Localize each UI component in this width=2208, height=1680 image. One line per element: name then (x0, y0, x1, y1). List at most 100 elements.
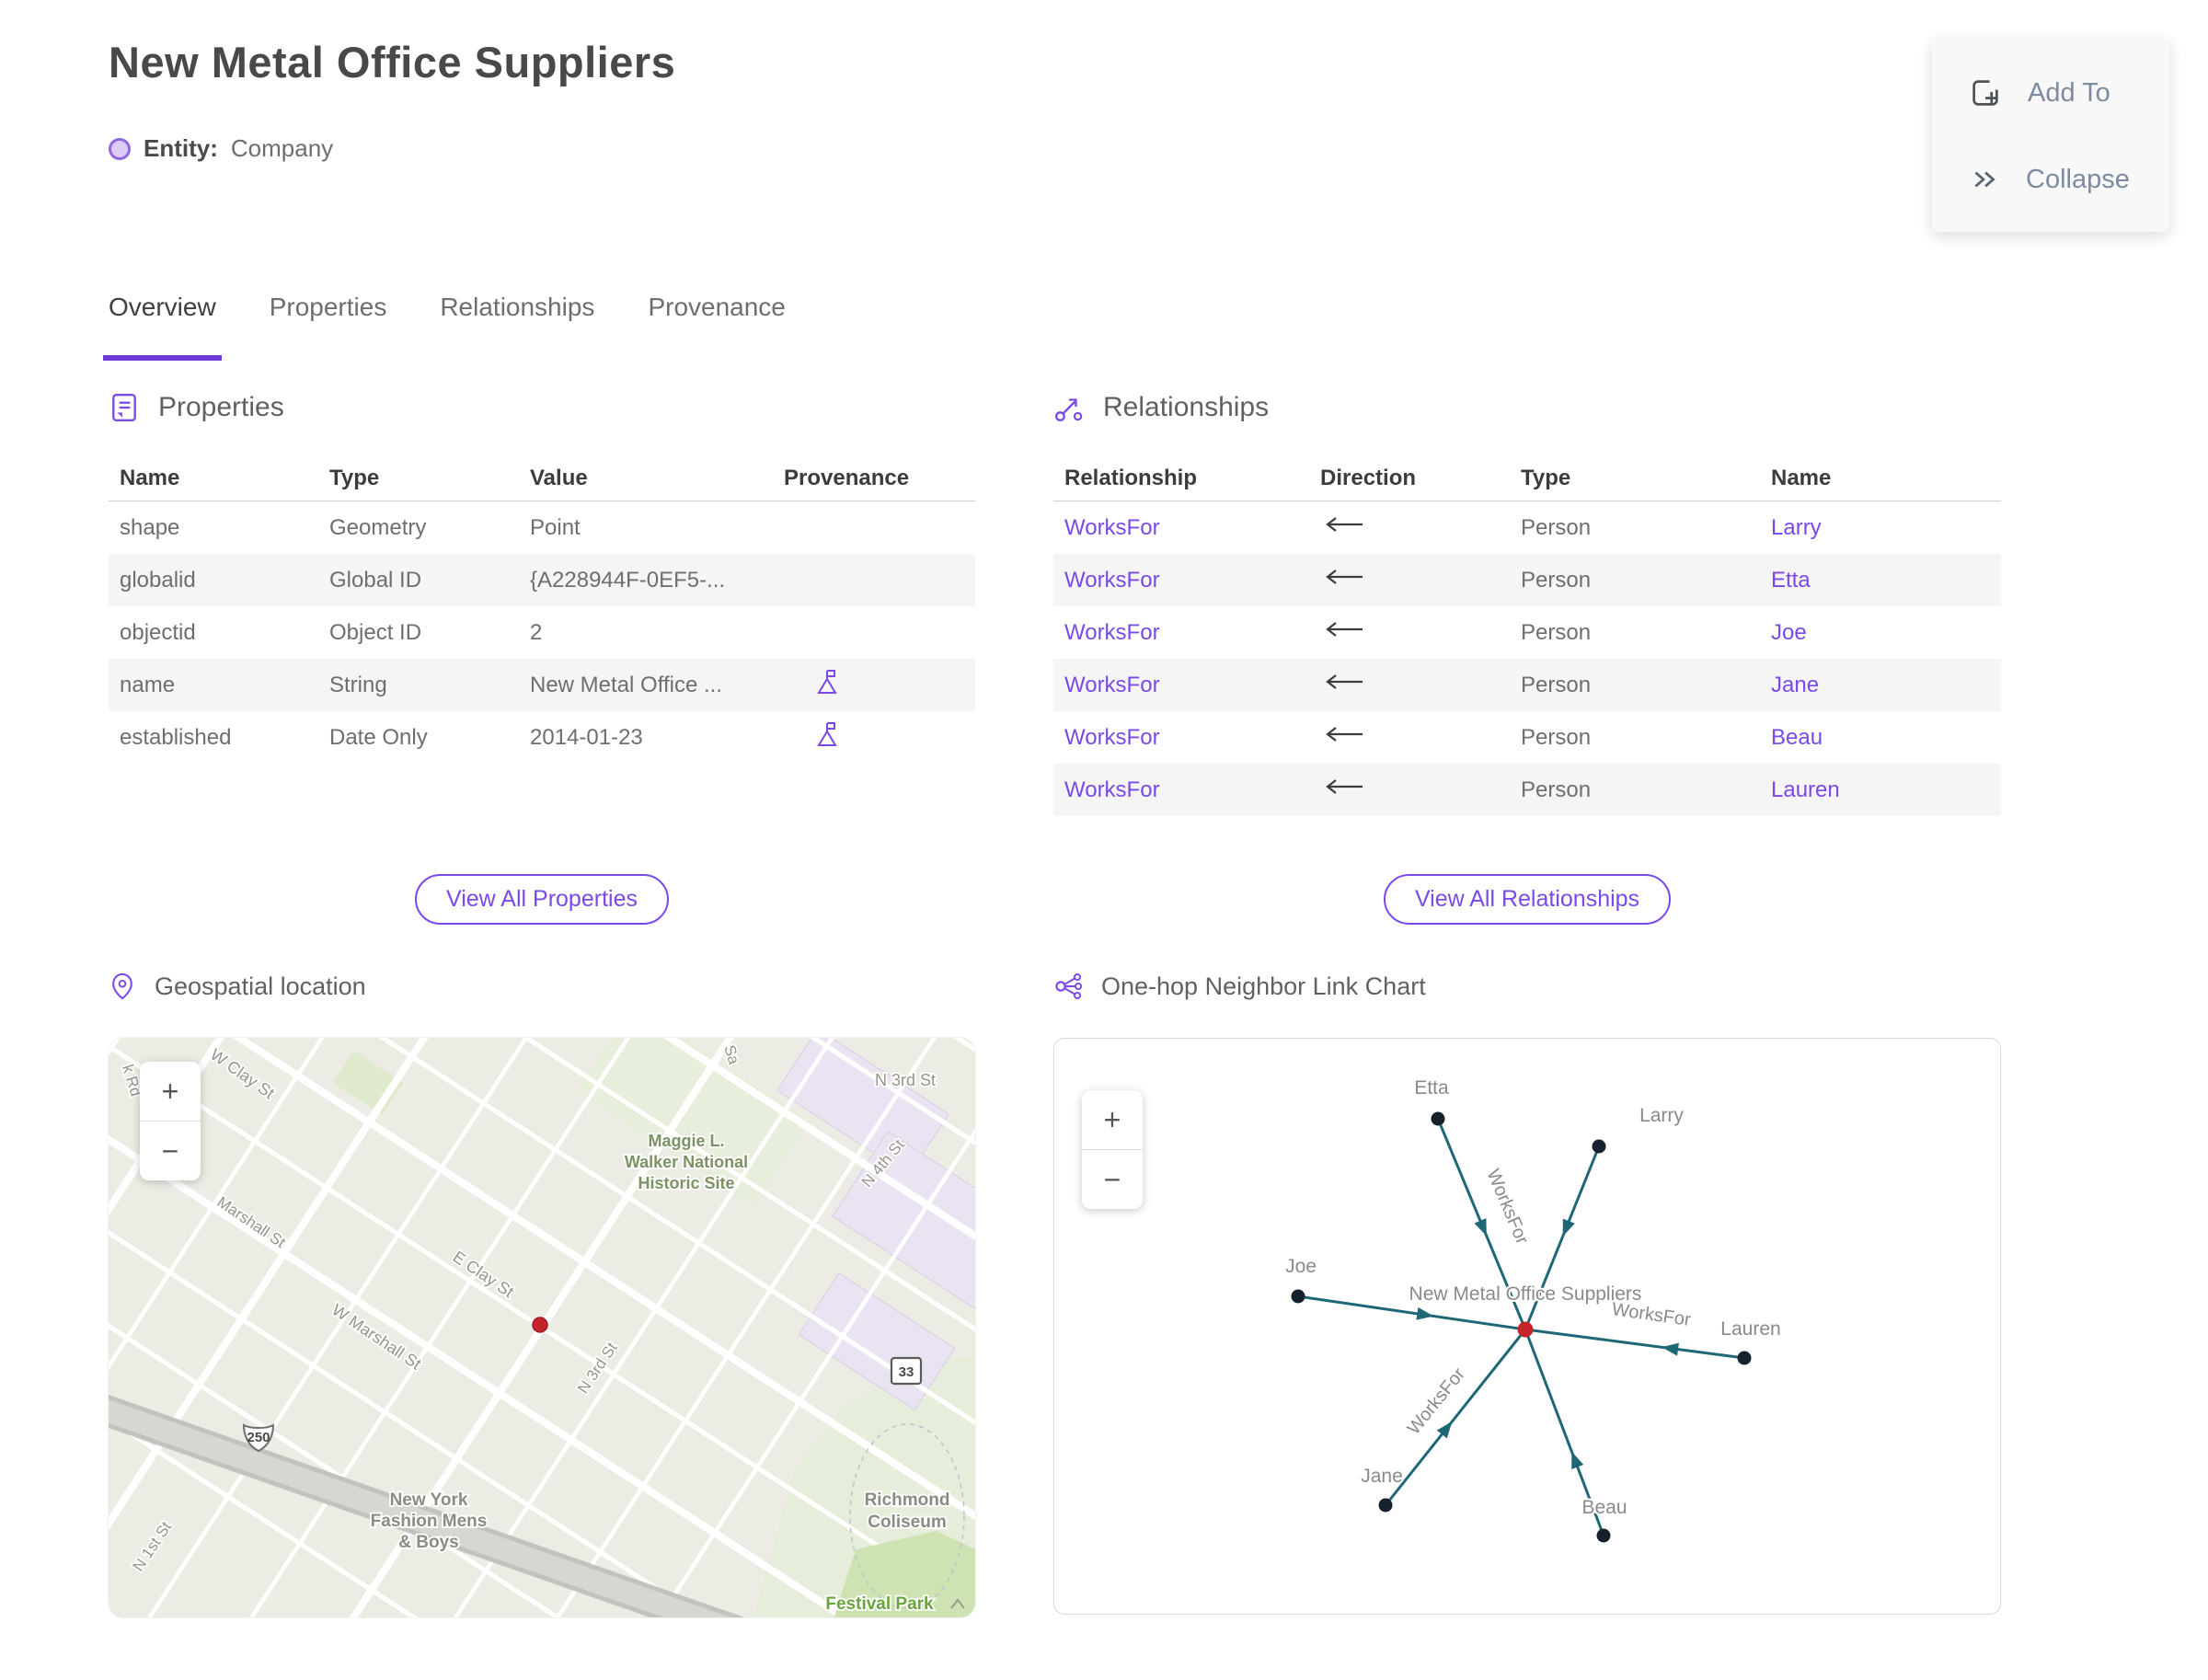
related-entity-type: Person (1521, 514, 1592, 540)
col-name: Name (120, 466, 180, 490)
page-title: New Metal Office Suppliers (109, 38, 676, 86)
collapse-button[interactable]: Collapse (1932, 138, 2169, 221)
related-entity-link[interactable]: Joe (1771, 620, 2001, 646)
property-row[interactable]: globalid Global ID {A228944F-0EF5-... (109, 554, 975, 606)
related-entity-link[interactable]: Etta (1771, 568, 2001, 593)
map-label: New York (390, 1490, 468, 1510)
person-node[interactable] (1378, 1498, 1393, 1513)
entity-detail-page: New Metal Office Suppliers Entity: Compa… (0, 0, 2208, 1680)
person-node[interactable] (1596, 1528, 1611, 1543)
center-entity-node[interactable] (1517, 1321, 1534, 1338)
relationships-section-title: Relationships (1103, 392, 1270, 422)
relationship-type-link[interactable]: WorksFor (1064, 620, 1320, 646)
property-type: Object ID (329, 619, 422, 645)
person-node[interactable] (1431, 1111, 1445, 1126)
property-name: established (120, 724, 232, 750)
actions-panel: Add To Collapse (1932, 37, 2169, 232)
node-label: Larry (1639, 1105, 1684, 1126)
edge-arrowhead (1571, 1451, 1584, 1470)
svg-text:33: 33 (899, 1364, 914, 1380)
add-to-label: Add To (2028, 77, 2110, 108)
map-label: Fashion Mens (371, 1512, 488, 1531)
relationship-direction (1320, 514, 1521, 541)
relationship-row[interactable]: WorksFor Person Larry (1053, 501, 2001, 554)
related-entity-link[interactable]: Jane (1771, 673, 2001, 698)
tab-bar: Overview Properties Relationships Proven… (103, 293, 786, 361)
link-chart-zoom-in-button[interactable]: + (1082, 1090, 1143, 1149)
person-node[interactable] (1737, 1351, 1752, 1365)
relationships-table-body: WorksFor Person Larry WorksFor Person Etta Wor… (1053, 501, 2001, 816)
map-label: Coliseum (868, 1513, 947, 1532)
relationship-type-link[interactable]: WorksFor (1064, 515, 1320, 541)
link-chart-edge (1384, 1329, 1527, 1506)
tab-relationships[interactable]: Relationships (440, 293, 594, 361)
view-all-properties-button[interactable]: View All Properties (415, 874, 669, 925)
relationship-type-link[interactable]: WorksFor (1064, 568, 1320, 593)
map-label: & Boys (398, 1533, 458, 1552)
link-chart-icon (1055, 973, 1082, 999)
relationship-type-link[interactable]: WorksFor (1064, 777, 1320, 803)
edge-arrowhead (1474, 1218, 1487, 1237)
relationship-type-link[interactable]: WorksFor (1064, 725, 1320, 751)
edge-arrowhead (1562, 1218, 1575, 1237)
center-node-label: New Metal Office Suppliers (1409, 1283, 1642, 1305)
relationship-row[interactable]: WorksFor Person Beau (1053, 711, 2001, 764)
direction-left-arrow-icon (1326, 727, 1363, 742)
property-type: Date Only (329, 724, 428, 750)
related-entity-type: Person (1521, 672, 1592, 697)
map-label: N 3rd St (875, 1071, 936, 1089)
provenance-flag-icon[interactable] (815, 668, 839, 696)
add-to-button[interactable]: Add To (1932, 52, 2169, 134)
link-chart-edge (1524, 1328, 1745, 1360)
node-label: Beau (1581, 1497, 1627, 1518)
person-node[interactable] (1291, 1289, 1305, 1304)
map-label: Historic Site (638, 1174, 734, 1192)
tab-overview[interactable]: Overview (103, 293, 222, 361)
edge-label: WorksFor (1404, 1364, 1470, 1439)
property-row[interactable]: established Date Only 2014-01-23 (109, 711, 975, 764)
node-label: Jane (1361, 1466, 1403, 1487)
related-entity-link[interactable]: Larry (1771, 515, 2001, 541)
link-chart-zoom-out-button[interactable]: − (1082, 1149, 1143, 1209)
relationships-section-header: Relationships (1053, 392, 1269, 423)
property-row[interactable]: shape Geometry Point (109, 501, 975, 554)
collapse-chevrons-icon (1974, 171, 1995, 188)
map-canvas[interactable]: k Rd W Clay St SaN 3rd StN 4th StMaggie L.… (109, 1038, 975, 1617)
related-entity-link[interactable]: Lauren (1771, 777, 2001, 803)
map-zoom-out-button[interactable]: − (140, 1121, 201, 1180)
node-label: Etta (1414, 1077, 1449, 1099)
person-node[interactable] (1592, 1139, 1606, 1154)
related-entity-link[interactable]: Beau (1771, 725, 2001, 751)
geospatial-map[interactable]: k Rd W Clay St Sa N 3rd St N 4th St Maggie L.… (109, 1038, 975, 1617)
link-chart-panel[interactable]: WorksFor WorksFor WorksFor Etta Larry Joe Laur… (1053, 1038, 2001, 1615)
relationship-row[interactable]: WorksFor Person Lauren (1053, 764, 2001, 816)
collapse-label: Collapse (2026, 164, 2130, 194)
relationship-row[interactable]: WorksFor Person Jane (1053, 659, 2001, 711)
tab-provenance[interactable]: Provenance (648, 293, 785, 361)
properties-table: Name Type Value Provenance shape Geometry… (109, 456, 975, 764)
relationship-row[interactable]: WorksFor Person Etta (1053, 554, 2001, 606)
properties-table-header: Name Type Value Provenance (109, 456, 975, 501)
node-label: Joe (1285, 1256, 1317, 1277)
view-all-properties-wrap: View All Properties (109, 874, 975, 925)
map-label: Maggie L. (648, 1132, 724, 1150)
map-label: Festival Park (825, 1594, 934, 1614)
property-row[interactable]: objectid Object ID 2 (109, 606, 975, 659)
map-zoom-in-button[interactable]: + (140, 1062, 201, 1121)
direction-left-arrow-icon (1326, 517, 1363, 532)
relationship-type-link[interactable]: WorksFor (1064, 673, 1320, 698)
view-all-relationships-button[interactable]: View All Relationships (1383, 874, 1672, 925)
tab-properties[interactable]: Properties (270, 293, 387, 361)
provenance-flag-icon[interactable] (815, 720, 839, 748)
link-chart-canvas[interactable]: WorksForWorksForWorksForEttaLarryJoeLaur… (1054, 1039, 2000, 1614)
property-row[interactable]: name String New Metal Office ... (109, 659, 975, 711)
relationships-icon (1055, 398, 1083, 421)
col-value: Value (530, 466, 588, 490)
relationship-row[interactable]: WorksFor Person Joe (1053, 606, 2001, 659)
map-zoom-control: + − (140, 1062, 201, 1180)
property-name: objectid (120, 619, 196, 645)
edge-label: WorksFor (1483, 1167, 1533, 1248)
map-entity-marker[interactable] (532, 1317, 548, 1333)
relationships-table: Relationship Direction Type Name WorksFo… (1053, 456, 2001, 816)
direction-left-arrow-icon (1326, 779, 1363, 794)
